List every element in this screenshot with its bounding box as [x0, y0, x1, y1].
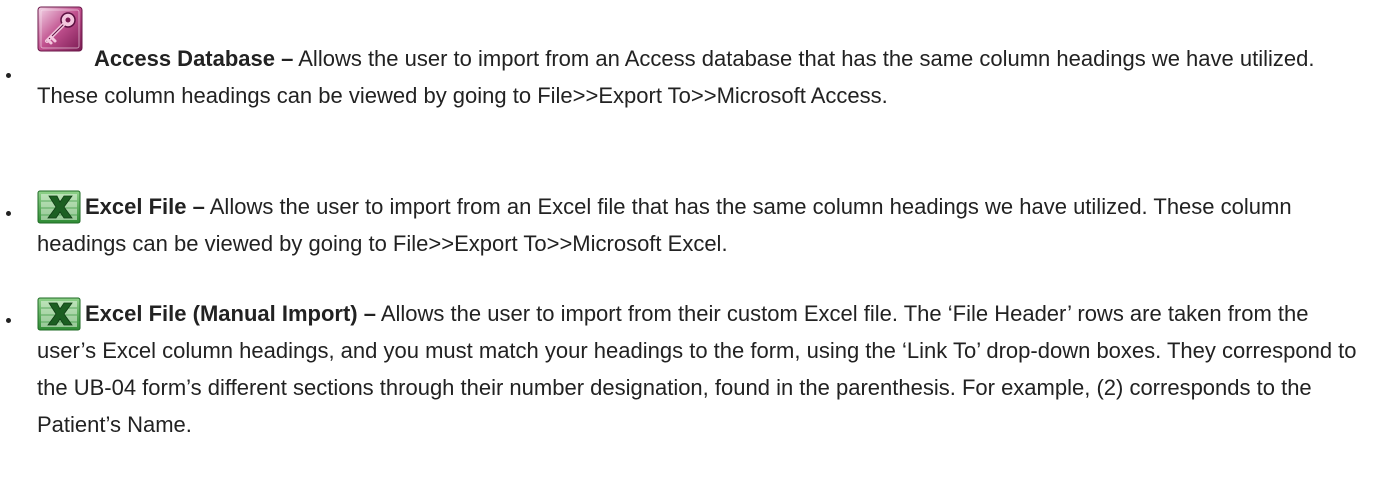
item-text: Excel File – Allows the user to import f… [37, 188, 1367, 262]
bullet [6, 73, 11, 78]
bullet [6, 318, 11, 323]
item-description: Allows the user to import from an Excel … [37, 194, 1292, 256]
item-term: Excel File – [85, 194, 205, 219]
bullet [6, 211, 11, 216]
item-term: Excel File (Manual Import) – [85, 301, 376, 326]
item-text: Excel File (Manual Import) – Allows the … [37, 295, 1367, 443]
item-term: Access Database – [94, 46, 294, 71]
item-text: Access Database – Allows the user to imp… [37, 40, 1367, 114]
